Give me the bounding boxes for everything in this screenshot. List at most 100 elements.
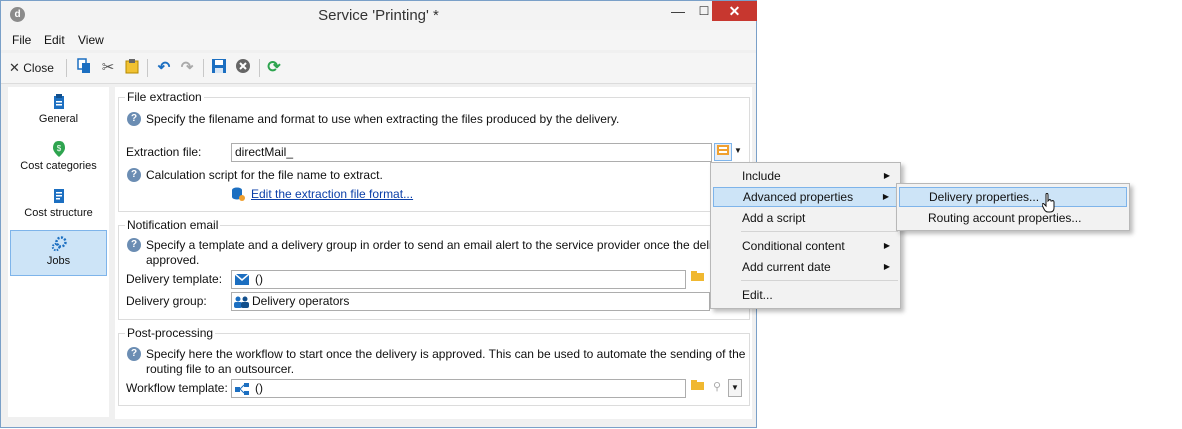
- help-text: Specify a template and a delivery group …: [146, 238, 716, 252]
- menu-item-add-current-date[interactable]: Add current date ▶: [713, 257, 898, 277]
- nav-item-jobs[interactable]: Jobs: [10, 230, 107, 276]
- edit-extraction-format-link[interactable]: Edit the extraction file format...: [251, 187, 413, 201]
- close-button-label: Close: [23, 61, 54, 75]
- nav-label: General: [38, 113, 79, 125]
- nav-label: Cost categories: [20, 160, 97, 172]
- workflow-search-button[interactable]: ⚲: [708, 379, 726, 397]
- help-icon: ?: [127, 168, 141, 182]
- menu-separator: [741, 280, 898, 281]
- menu-item-routing-account-properties[interactable]: Routing account properties...: [899, 208, 1127, 228]
- help-text-continued: routing file to an outsourcer.: [146, 362, 295, 376]
- chevron-down-icon: ▼: [734, 146, 742, 155]
- redo-icon: ↷: [180, 59, 194, 76]
- hand-cursor-icon: [1042, 193, 1055, 213]
- help-text-continued: approved.: [146, 253, 200, 267]
- side-navigation: General $ Cost categories Cost structure…: [8, 87, 109, 417]
- menu-item-delivery-properties[interactable]: Delivery properties...: [899, 187, 1127, 207]
- menu-item-label: Advanced properties: [743, 190, 854, 204]
- help-icon: ?: [127, 347, 141, 361]
- title-bar: d Service 'Printing' * — ☐ ✕: [1, 1, 757, 30]
- chevron-right-icon: ▶: [882, 192, 889, 201]
- nav-label: Cost structure: [24, 207, 93, 219]
- nav-item-cost-categories[interactable]: $ Cost categories: [10, 136, 107, 182]
- menu-edit[interactable]: Edit: [44, 33, 65, 47]
- dollar-icon: $: [52, 141, 65, 157]
- nav-label: Jobs: [46, 255, 71, 267]
- menu-item-advanced-properties[interactable]: Advanced properties ▶: [713, 187, 898, 207]
- group-title: Post-processing: [125, 326, 216, 340]
- minimize-button[interactable]: —: [665, 1, 691, 21]
- users-icon: [234, 296, 249, 308]
- menu-view[interactable]: View: [78, 33, 104, 47]
- paste-icon: [125, 59, 139, 74]
- workflow-browse-button[interactable]: [688, 379, 706, 397]
- menu-separator: [741, 231, 898, 232]
- clipboard-icon: [53, 94, 64, 109]
- menu-item-include[interactable]: Include ▶: [713, 166, 898, 186]
- menu-item-edit[interactable]: Edit...: [713, 285, 898, 305]
- menu-item-label: Add current date: [742, 260, 831, 274]
- menu-item-conditional-content[interactable]: Conditional content ▶: [713, 236, 898, 256]
- undo-button[interactable]: ↶: [153, 58, 175, 78]
- calc-help-text: Calculation script for the file name to …: [146, 168, 383, 182]
- cancel-icon: [236, 59, 250, 73]
- save-button[interactable]: [208, 58, 230, 78]
- copy-icon: [77, 58, 90, 73]
- delivery-template-browse-button[interactable]: [688, 270, 706, 288]
- extraction-file-input[interactable]: directMail_: [231, 143, 712, 162]
- chevron-right-icon: ▶: [883, 171, 890, 180]
- delivery-group-input[interactable]: Delivery operators: [231, 292, 710, 311]
- close-button[interactable]: ✕ Close: [9, 58, 59, 78]
- cancel-button[interactable]: [232, 58, 254, 78]
- window-title: Service 'Printing' *: [318, 7, 439, 24]
- workflow-icon: [235, 383, 249, 395]
- cut-button[interactable]: ✂: [97, 58, 119, 78]
- group-title: File extraction: [125, 90, 204, 104]
- group-title: Notification email: [125, 218, 221, 232]
- menu-item-label: Routing account properties...: [928, 211, 1082, 225]
- menu-item-label: Edit...: [742, 288, 773, 302]
- svg-text:$: $: [56, 144, 61, 153]
- envelope-icon: [235, 274, 249, 285]
- help-text: Specify the filename and format to use w…: [146, 112, 620, 126]
- toolbar-separator: [66, 59, 67, 77]
- close-window-button[interactable]: ✕: [712, 1, 757, 21]
- service-window: d Service 'Printing' * — ☐ ✕ File Edit V…: [0, 0, 757, 428]
- help-icon: ?: [127, 112, 141, 126]
- toolbar-separator: [147, 59, 148, 77]
- redo-button[interactable]: ↷: [176, 58, 198, 78]
- nav-item-cost-structure[interactable]: Cost structure: [10, 183, 107, 229]
- workflow-template-input[interactable]: (): [231, 379, 686, 398]
- copy-button[interactable]: [73, 58, 95, 78]
- calculator-icon: [717, 145, 729, 155]
- workflow-dropdown-button[interactable]: ▼: [728, 379, 742, 397]
- gears-icon: [51, 236, 67, 252]
- menu-bar: File Edit View: [1, 30, 756, 50]
- delivery-template-label: Delivery template:: [126, 272, 223, 286]
- nav-item-general[interactable]: General: [10, 89, 107, 135]
- menu-item-label: Conditional content: [742, 239, 845, 253]
- refresh-button[interactable]: ⟳: [263, 58, 285, 78]
- advanced-properties-submenu: Delivery properties... Routing account p…: [896, 183, 1130, 231]
- menu-item-add-script[interactable]: Add a script: [713, 208, 898, 228]
- chevron-right-icon: ▶: [883, 241, 890, 250]
- context-menu: Include ▶ Advanced properties ▶ Add a sc…: [710, 162, 901, 309]
- extraction-dropdown-button[interactable]: ▼: [732, 143, 744, 161]
- menu-item-label: Include: [742, 169, 781, 183]
- document-icon: [53, 189, 64, 203]
- close-icon: ✕: [9, 60, 20, 75]
- menu-item-label: Add a script: [742, 211, 806, 225]
- menu-file[interactable]: File: [12, 33, 31, 47]
- extraction-file-label: Extraction file:: [126, 145, 202, 159]
- refresh-icon: ⟳: [267, 59, 281, 76]
- menu-item-label: Delivery properties...: [929, 190, 1040, 204]
- expression-editor-button[interactable]: [714, 143, 732, 161]
- delivery-template-input[interactable]: (): [231, 270, 686, 289]
- save-icon: [212, 59, 226, 73]
- notification-email-group: Notification email ? Specify a template …: [118, 218, 750, 320]
- undo-icon: ↶: [157, 59, 171, 76]
- file-extraction-group: File extraction ? Specify the filename a…: [118, 90, 750, 212]
- post-processing-group: Post-processing ? Specify here the workf…: [118, 326, 750, 406]
- paste-button[interactable]: [121, 58, 143, 78]
- folder-icon: [690, 271, 704, 281]
